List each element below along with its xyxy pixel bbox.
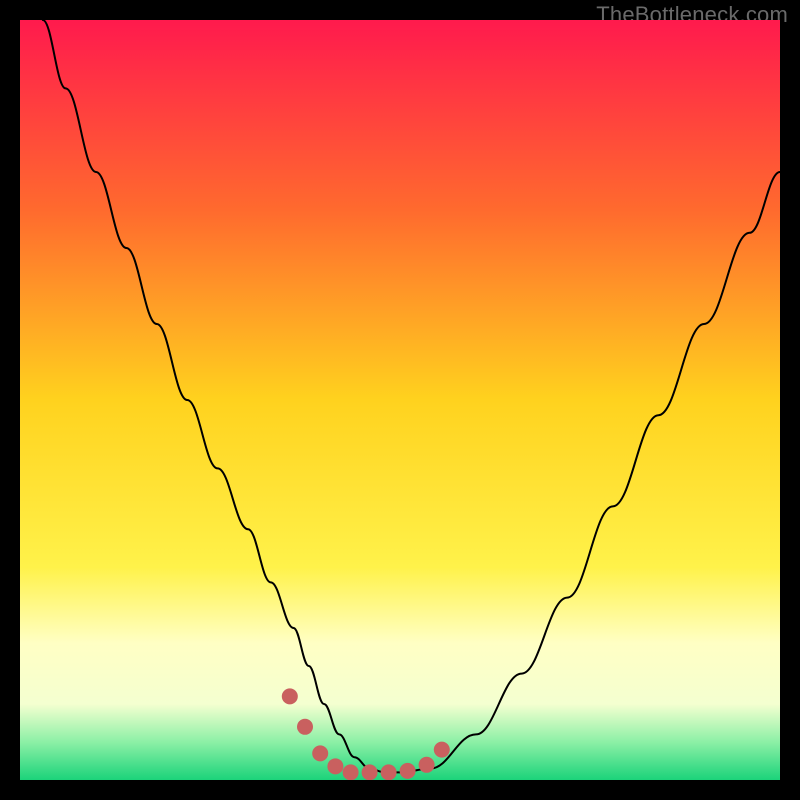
highlight-point	[419, 757, 435, 773]
chart-svg	[20, 20, 780, 780]
highlight-point	[312, 745, 328, 761]
highlight-point	[297, 719, 313, 735]
highlight-point	[362, 764, 378, 780]
highlight-point	[327, 758, 343, 774]
highlight-point	[434, 742, 450, 758]
highlight-point	[343, 764, 359, 780]
highlight-point	[282, 688, 298, 704]
highlight-point	[381, 764, 397, 780]
highlight-point	[400, 763, 416, 779]
gradient-background	[20, 20, 780, 780]
plot-area	[20, 20, 780, 780]
chart-frame: TheBottleneck.com	[0, 0, 800, 800]
